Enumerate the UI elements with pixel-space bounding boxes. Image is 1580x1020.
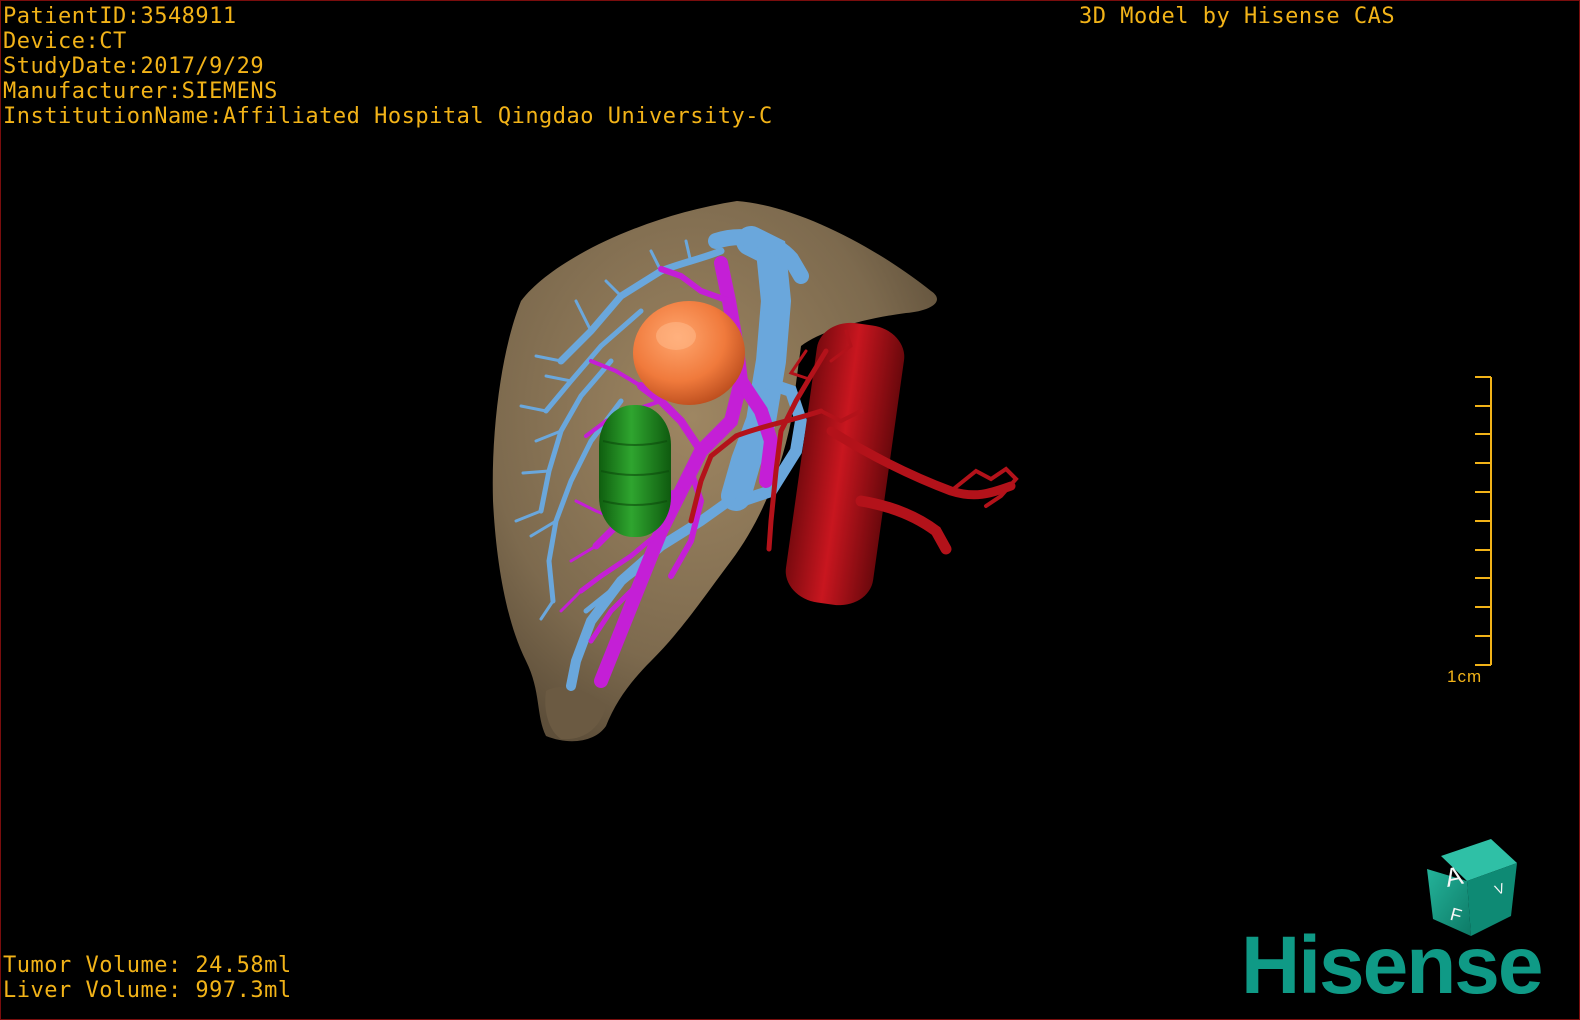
tumor — [633, 301, 745, 405]
tumor-volume: Tumor Volume: 24.58ml — [3, 953, 292, 978]
tumor-highlight — [656, 322, 696, 350]
volume-overlay: Tumor Volume: 24.58ml Liver Volume: 997.… — [3, 953, 292, 1003]
scale-bar-label: 1cm — [1447, 667, 1483, 686]
liver-3d-model[interactable]: A V F — [1, 1, 1579, 1019]
scale-bar-icon — [1475, 376, 1492, 666]
gallbladder — [599, 405, 671, 537]
3d-viewport[interactable]: PatientID:3548911 Device:CT StudyDate:20… — [0, 0, 1580, 1020]
liver-volume: Liver Volume: 997.3ml — [3, 978, 292, 1003]
hisense-logo: Hisense — [1241, 920, 1544, 1011]
